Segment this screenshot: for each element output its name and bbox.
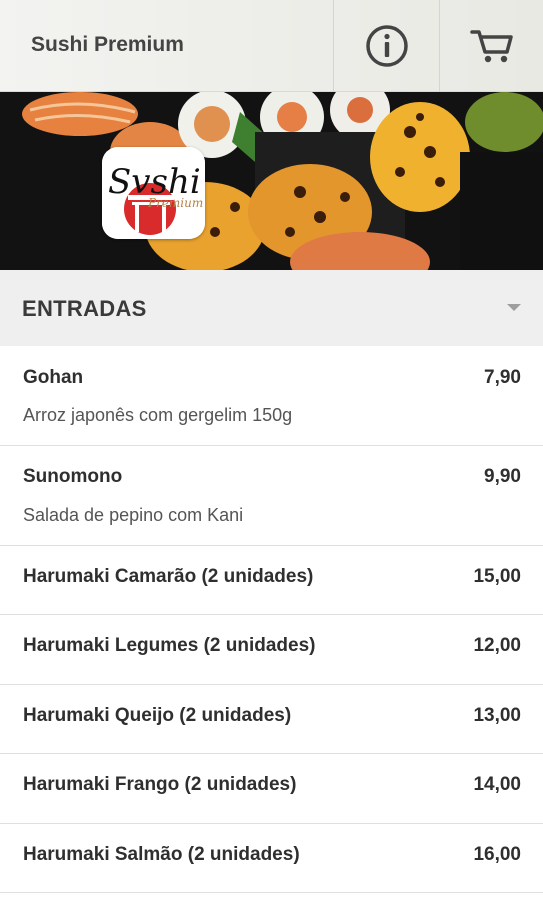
cart-button[interactable] <box>440 0 543 92</box>
menu-item[interactable]: Harumaki Salmão (2 unidades) 16,00 <box>0 824 543 893</box>
sushi-photo <box>0 92 543 270</box>
item-price: 15,00 <box>473 566 521 587</box>
category-header-entradas[interactable]: ENTRADAS <box>0 270 543 346</box>
menu-item[interactable]: Harumaki Camarão (2 unidades) 15,00 <box>0 546 543 615</box>
info-icon <box>366 25 408 67</box>
info-button[interactable] <box>334 0 440 92</box>
chevron-down-icon <box>507 304 521 311</box>
item-name: Gohan <box>23 367 84 388</box>
item-name: Harumaki Queijo (2 unidades) <box>23 705 292 726</box>
category-title: ENTRADAS <box>22 296 147 321</box>
menu-item[interactable]: Harumaki Frango (2 unidades) 14,00 <box>0 754 543 824</box>
item-price: 7,90 <box>484 367 521 388</box>
app-title: Sushi Premium <box>31 33 184 56</box>
item-name: Harumaki Legumes (2 unidades) <box>23 635 316 656</box>
item-description: Arroz japonês com gergelim 150g <box>23 405 293 425</box>
item-name: Harumaki Camarão (2 unidades) <box>23 566 314 587</box>
banner-image: Svshi Premium <box>0 92 543 270</box>
item-name: Sunomono <box>23 466 123 487</box>
item-price: 16,00 <box>473 844 521 865</box>
svg-text:Premium: Premium <box>147 196 203 210</box>
menu-item[interactable]: Gohan 7,90 Arroz japonês com gergelim 15… <box>0 346 543 446</box>
cart-icon <box>469 30 513 63</box>
item-price: 13,00 <box>473 705 521 726</box>
restaurant-logo: Svshi Premium <box>102 147 205 239</box>
item-description: Salada de pepino com Kani <box>23 505 244 525</box>
app-bar: Sushi Premium <box>0 0 543 92</box>
menu-item[interactable]: Harumaki Legumes (2 unidades) 12,00 <box>0 615 543 685</box>
menu-item[interactable]: Harumaki Queijo (2 unidades) 13,00 <box>0 685 543 754</box>
item-price: 9,90 <box>484 466 521 487</box>
item-name: Harumaki Frango (2 unidades) <box>23 774 297 795</box>
item-price: 14,00 <box>473 774 521 795</box>
item-name: Harumaki Salmão (2 unidades) <box>23 844 300 865</box>
item-price: 12,00 <box>473 635 521 656</box>
menu-item[interactable]: Sunomono 9,90 Salada de pepino com Kani <box>0 446 543 546</box>
